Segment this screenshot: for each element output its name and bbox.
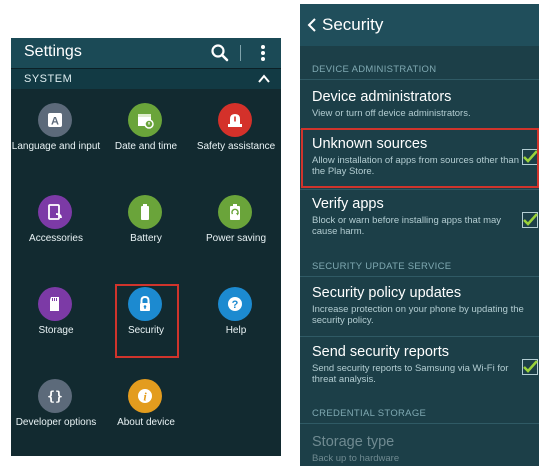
settings-item-about[interactable]: i About device <box>101 365 191 456</box>
warning-icon <box>218 103 252 137</box>
item-verify-apps[interactable]: Verify apps Block or warn before install… <box>312 196 526 237</box>
more-options-icon[interactable] <box>255 43 271 63</box>
info-icon: i <box>128 379 162 413</box>
calendar-icon <box>128 103 162 137</box>
divider <box>300 276 539 277</box>
chevron-up-icon[interactable] <box>257 72 271 86</box>
item-label: Date and time <box>114 141 178 152</box>
divider <box>300 423 539 424</box>
settings-item-language[interactable]: A Language and input <box>11 89 101 181</box>
item-title: Storage type <box>312 434 395 450</box>
item-send-reports[interactable]: Send security reports Send security repo… <box>312 344 526 385</box>
braces-icon: {} <box>38 379 72 413</box>
item-title: Device administrators <box>312 89 452 105</box>
section-credential-storage: CREDENTIAL STORAGE <box>312 408 427 419</box>
sd-card-icon <box>38 287 72 321</box>
divider <box>300 79 539 80</box>
item-label: Storage <box>38 325 74 336</box>
item-label: Battery <box>130 233 162 244</box>
security-panel: Security DEVICE ADMINISTRATION Device ad… <box>300 4 539 466</box>
item-subtitle: View or turn off device administrators. <box>312 108 471 119</box>
divider <box>300 189 539 190</box>
item-title: Security policy updates <box>312 285 462 301</box>
section-update-service: SECURITY UPDATE SERVICE <box>312 261 452 272</box>
item-subtitle: Back up to hardware <box>312 453 400 464</box>
settings-panel: Settings SYSTEM A Language and input Dat… <box>11 38 281 456</box>
battery-icon <box>128 195 162 229</box>
item-label: Power saving <box>205 233 267 244</box>
svg-text:?: ? <box>232 299 239 311</box>
settings-item-date-time[interactable]: Date and time <box>101 89 191 181</box>
item-policy-updates[interactable]: Security policy updates Increase protect… <box>312 285 526 326</box>
settings-item-help[interactable]: ? Help <box>191 273 281 365</box>
item-label: Help <box>225 325 247 336</box>
item-subtitle: Block or warn before installing apps tha… <box>312 215 502 237</box>
accessory-icon <box>38 195 72 229</box>
system-section-header[interactable]: SYSTEM <box>11 68 281 89</box>
settings-item-safety[interactable]: Safety assistance <box>191 89 281 181</box>
item-subtitle: Increase protection on your phone by upd… <box>312 304 524 326</box>
settings-item-storage[interactable]: Storage <box>11 273 101 365</box>
unknown-sources-highlight <box>301 128 539 188</box>
svg-text:A: A <box>51 116 59 128</box>
settings-title: Settings <box>24 43 82 60</box>
section-label: SYSTEM <box>24 73 73 85</box>
item-label: Language and input <box>11 141 101 152</box>
recycle-icon <box>218 195 252 229</box>
verify-apps-checkbox[interactable] <box>522 212 538 228</box>
settings-item-power-saving[interactable]: Power saving <box>191 181 281 273</box>
settings-item-developer[interactable]: {} Developer options <box>11 365 101 456</box>
question-icon: ? <box>218 287 252 321</box>
item-label: Safety assistance <box>196 141 276 152</box>
back-arrow-icon[interactable] <box>306 17 318 33</box>
security-title: Security <box>322 15 384 34</box>
section-device-admin: DEVICE ADMINISTRATION <box>312 64 437 75</box>
language-icon: A <box>38 103 72 137</box>
search-icon[interactable] <box>210 43 230 63</box>
item-label: Accessories <box>29 233 83 244</box>
send-reports-checkbox[interactable] <box>522 359 538 375</box>
item-label: Developer options <box>15 417 97 428</box>
settings-header: Settings <box>11 38 281 68</box>
settings-item-battery[interactable]: Battery <box>101 181 191 273</box>
item-device-administrators[interactable]: Device administrators View or turn off d… <box>312 89 526 119</box>
settings-item-accessories[interactable]: Accessories <box>11 181 101 273</box>
item-title: Verify apps <box>312 196 384 212</box>
item-label: About device <box>117 417 175 428</box>
item-subtitle: Send security reports to Samsung via Wi-… <box>312 363 509 385</box>
svg-text:{}: {} <box>47 390 63 405</box>
item-title: Send security reports <box>312 344 450 360</box>
security-header: Security <box>300 4 539 46</box>
divider <box>300 336 539 337</box>
header-divider <box>240 45 241 61</box>
selection-highlight <box>115 284 179 358</box>
item-storage-type: Storage type Back up to hardware <box>312 434 526 464</box>
